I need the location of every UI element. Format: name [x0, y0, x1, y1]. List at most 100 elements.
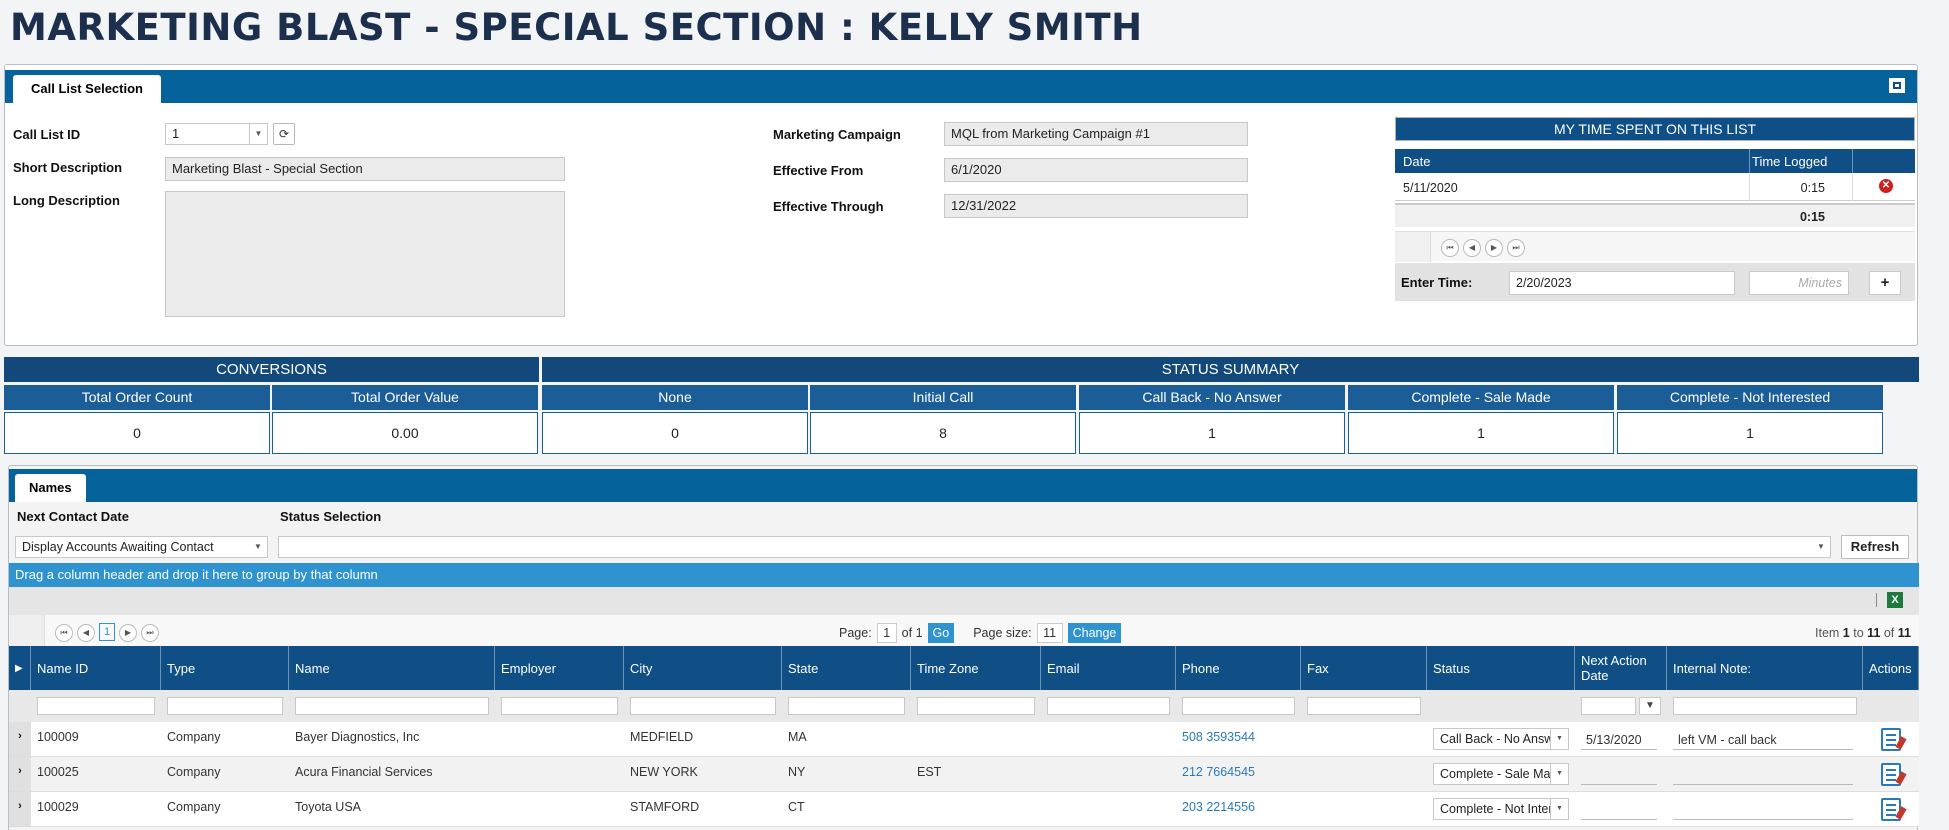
- names-panel: Names Next Contact Date Status Selection…: [8, 465, 1919, 830]
- column-filter-input[interactable]: [630, 697, 776, 715]
- column-filter-input[interactable]: [167, 697, 283, 715]
- first-page-icon[interactable]: ⏮: [55, 624, 73, 642]
- column-header[interactable]: City: [624, 646, 782, 690]
- cell-phone[interactable]: 203 2214556: [1176, 792, 1301, 826]
- cell-id: 100009: [37, 730, 79, 744]
- cell-phone[interactable]: 212 7664545: [1176, 757, 1301, 791]
- expand-row-icon[interactable]: ›: [9, 722, 31, 756]
- refresh-icon[interactable]: ⟳: [273, 123, 295, 145]
- page-size-label: Page size:: [973, 626, 1032, 640]
- status-select[interactable]: Complete - Sale Made ▼: [1433, 763, 1569, 785]
- change-button[interactable]: Change: [1067, 623, 1122, 643]
- effective-through-field[interactable]: 12/31/2022: [944, 194, 1248, 218]
- chevron-down-icon[interactable]: ▼: [249, 124, 267, 144]
- column-header[interactable]: Time Zone: [911, 646, 1041, 690]
- column-header[interactable]: Email: [1041, 646, 1176, 690]
- summary-col-label: Total Order Value: [272, 385, 538, 410]
- column-filter-input[interactable]: [788, 697, 905, 715]
- status-selection-select[interactable]: ▼: [278, 536, 1831, 558]
- time-col-date[interactable]: Date: [1403, 154, 1430, 169]
- chevron-down-icon[interactable]: ▼: [1550, 729, 1568, 749]
- page-input[interactable]: 1: [876, 623, 897, 643]
- page-size-input[interactable]: 11: [1036, 623, 1063, 643]
- column-filter-input[interactable]: [917, 697, 1035, 715]
- expand-column-icon[interactable]: ▶: [9, 646, 31, 690]
- column-header[interactable]: Status: [1427, 646, 1575, 690]
- column-filter-input[interactable]: [1182, 697, 1295, 715]
- edit-record-icon[interactable]: [1881, 728, 1907, 751]
- current-page-button[interactable]: 1: [99, 623, 115, 641]
- cell-phone[interactable]: 508 3593544: [1176, 722, 1301, 756]
- column-filter-input[interactable]: [295, 697, 489, 715]
- prev-page-icon[interactable]: ◀: [77, 624, 95, 642]
- next-action-date-input[interactable]: 5/13/2020: [1581, 730, 1657, 750]
- column-header[interactable]: Fax: [1301, 646, 1427, 690]
- cell-email: [1041, 722, 1176, 756]
- effective-from-field[interactable]: 6/1/2020: [944, 158, 1248, 182]
- column-header[interactable]: Internal Note:: [1667, 646, 1863, 690]
- grid-filter-row: ▼: [9, 690, 1919, 722]
- page-label: Page:: [839, 626, 872, 640]
- table-row[interactable]: › 100009 Company Bayer Diagnostics, Inc MEDF…: [9, 722, 1919, 757]
- edit-record-icon[interactable]: [1881, 798, 1907, 821]
- column-header[interactable]: Next Action Date: [1575, 646, 1667, 690]
- column-header[interactable]: Name ID: [31, 646, 161, 690]
- delete-icon[interactable]: ✕: [1879, 179, 1893, 193]
- tab-names[interactable]: Names: [15, 474, 86, 502]
- column-filter-input[interactable]: [37, 697, 155, 715]
- status-value: Call Back - No Answer: [1440, 732, 1565, 746]
- last-page-icon[interactable]: ⏭: [1507, 239, 1525, 257]
- chevron-down-icon[interactable]: ▼: [1550, 799, 1568, 819]
- excel-export-icon[interactable]: X: [1887, 592, 1903, 608]
- short-description-field[interactable]: Marketing Blast - Special Section: [165, 157, 565, 181]
- next-action-date-input[interactable]: [1581, 800, 1657, 820]
- enter-time-date-input[interactable]: 2/20/2023: [1509, 271, 1735, 295]
- long-description-field[interactable]: [165, 191, 565, 317]
- tab-call-list-selection[interactable]: Call List Selection: [13, 75, 161, 103]
- column-filter-input[interactable]: [501, 697, 618, 715]
- time-col-logged[interactable]: Time Logged: [1752, 154, 1827, 169]
- group-hint-bar[interactable]: Drag a column header and drop it here to…: [9, 563, 1919, 587]
- next-page-icon[interactable]: ▶: [119, 624, 137, 642]
- status-select[interactable]: Call Back - No Answer ▼: [1433, 728, 1569, 750]
- column-filter-input[interactable]: [1307, 697, 1421, 715]
- call-list-id-select[interactable]: 1 ▼: [165, 123, 268, 145]
- next-contact-select[interactable]: Display Accounts Awaiting Contact ▼: [15, 536, 268, 558]
- column-header[interactable]: Name: [289, 646, 495, 690]
- marketing-campaign-field[interactable]: MQL from Marketing Campaign #1: [944, 122, 1248, 146]
- column-header[interactable]: Employer: [495, 646, 624, 690]
- chevron-down-icon[interactable]: ▼: [1812, 537, 1830, 557]
- internal-note-input[interactable]: left VM - call back: [1673, 730, 1853, 750]
- column-filter-input[interactable]: [1673, 697, 1857, 715]
- chevron-down-icon[interactable]: ▼: [249, 537, 267, 557]
- next-action-date-input[interactable]: [1581, 765, 1657, 785]
- column-header[interactable]: Phone: [1176, 646, 1301, 690]
- internal-note-input[interactable]: [1673, 800, 1853, 820]
- column-header[interactable]: Type: [161, 646, 289, 690]
- refresh-button[interactable]: Refresh: [1841, 535, 1909, 559]
- go-button[interactable]: Go: [927, 623, 955, 643]
- minutes-input[interactable]: Minutes: [1749, 271, 1849, 295]
- page-of-label: of 1: [901, 626, 923, 640]
- column-header[interactable]: State: [782, 646, 911, 690]
- filter-icon[interactable]: ▼: [1639, 697, 1661, 715]
- next-page-icon[interactable]: ▶: [1485, 239, 1503, 257]
- prev-page-icon[interactable]: ◀: [1463, 239, 1481, 257]
- time-row-value: 0:15: [1800, 181, 1825, 195]
- page-title: MARKETING BLAST - SPECIAL SECTION : KELL…: [10, 6, 1143, 49]
- column-filter-input[interactable]: [1047, 697, 1170, 715]
- maximize-icon[interactable]: [1889, 78, 1905, 93]
- first-page-icon[interactable]: ⏮: [1441, 239, 1459, 257]
- column-header[interactable]: Actions: [1863, 646, 1919, 690]
- expand-row-icon[interactable]: ›: [9, 757, 31, 791]
- add-time-button[interactable]: +: [1869, 271, 1901, 295]
- table-row[interactable]: › 100025 Company Acura Financial Services NE…: [9, 757, 1919, 792]
- expand-row-icon[interactable]: ›: [9, 792, 31, 826]
- chevron-down-icon[interactable]: ▼: [1550, 764, 1568, 784]
- status-select[interactable]: Complete - Not Interested ▼: [1433, 798, 1569, 820]
- internal-note-input[interactable]: [1673, 765, 1853, 785]
- last-page-icon[interactable]: ⏭: [141, 624, 159, 642]
- column-filter-input[interactable]: [1581, 697, 1636, 715]
- edit-record-icon[interactable]: [1881, 763, 1907, 786]
- table-row[interactable]: › 100029 Company Toyota USA STAMFORD CT 203 22…: [9, 792, 1919, 827]
